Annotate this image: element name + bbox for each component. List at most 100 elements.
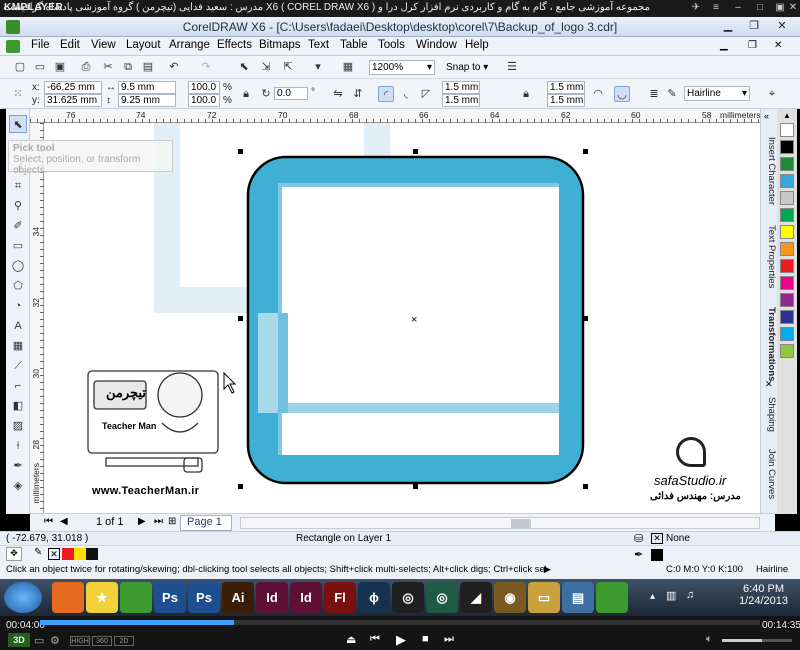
palette-scroll-up-icon[interactable]: ▲ bbox=[783, 111, 791, 120]
round-corner-icon[interactable]: ◜ bbox=[378, 86, 394, 102]
menu-arrange[interactable]: Arrange bbox=[169, 39, 210, 51]
open-icon[interactable]: ▭ bbox=[32, 59, 48, 75]
palette-swatch[interactable] bbox=[780, 242, 794, 256]
taskbar-notes-button[interactable]: ▤ bbox=[562, 582, 594, 613]
taskbar-dvd-button[interactable]: ◉ bbox=[494, 582, 526, 613]
palette-swatch[interactable] bbox=[780, 208, 794, 222]
y-position-field[interactable]: 31.625 mm bbox=[44, 94, 102, 107]
convert-to-curves-icon[interactable]: ⌖ bbox=[764, 86, 780, 102]
redo-icon[interactable]: ↷ bbox=[198, 59, 214, 75]
search-content-icon[interactable]: ⬉ bbox=[236, 59, 252, 75]
scalloped-corner-icon[interactable]: ◟ bbox=[398, 86, 414, 102]
height-field[interactable]: 9.25 mm bbox=[118, 94, 176, 107]
taskbar-indesign-button[interactable]: Id bbox=[256, 582, 288, 613]
docker-tab-text-properties[interactable]: Text Properties bbox=[762, 225, 777, 288]
connector-tool-icon[interactable]: ⌐ bbox=[9, 377, 27, 395]
doc-restore-button[interactable]: ❐ bbox=[748, 40, 757, 51]
palette-swatch[interactable] bbox=[780, 140, 794, 154]
first-page-icon[interactable]: ⏮ bbox=[44, 516, 53, 527]
scale-corners-icon[interactable]: ◡ bbox=[614, 86, 630, 102]
eyedropper-icon[interactable]: ✎ bbox=[34, 547, 42, 558]
application-launcher-icon[interactable]: ▾ bbox=[310, 59, 326, 75]
palette-swatch[interactable] bbox=[780, 157, 794, 171]
corner-radius-top-right[interactable]: 1.5 mm bbox=[547, 81, 585, 94]
player-mode-360[interactable]: 360 bbox=[92, 636, 112, 646]
minimize-icon[interactable]: – bbox=[732, 2, 744, 14]
palette-swatch[interactable] bbox=[780, 191, 794, 205]
taskbar-photoshop-button[interactable]: Ps bbox=[154, 582, 186, 613]
taskbar-illustrator-button[interactable]: Ai bbox=[222, 582, 254, 613]
blend-tool-icon[interactable]: ◧ bbox=[9, 397, 27, 415]
table-tool-icon[interactable]: ▦ bbox=[9, 337, 27, 355]
pick-tool-icon[interactable]: ⬉ bbox=[9, 115, 27, 133]
window-minimize-button[interactable]: ▁ bbox=[716, 19, 740, 34]
crop-tool-icon[interactable]: ⌗ bbox=[9, 177, 27, 195]
palette-swatch[interactable] bbox=[780, 293, 794, 307]
undo-icon[interactable]: ↶ bbox=[166, 59, 182, 75]
palette-swatch[interactable] bbox=[780, 174, 794, 188]
window-close-button[interactable]: ✕ bbox=[770, 19, 794, 34]
player-seek-bar[interactable] bbox=[40, 620, 760, 625]
page-tab[interactable]: Page 1 bbox=[180, 515, 232, 531]
snap-to-dropdown[interactable]: Snap to ▾ bbox=[446, 60, 498, 75]
cut-icon[interactable]: ✂ bbox=[100, 59, 116, 75]
taskbar-star-button[interactable]: ★ bbox=[86, 582, 118, 613]
menu-bitmaps[interactable]: Bitmaps bbox=[259, 39, 301, 51]
tray-volume-icon[interactable]: ♫ bbox=[686, 589, 694, 601]
copy-icon[interactable]: ⧉ bbox=[120, 59, 136, 75]
object-origin-icon[interactable]: ⁙ bbox=[10, 86, 26, 102]
docker-scroll-icon[interactable]: « bbox=[764, 111, 769, 121]
docker-tab-join-curves[interactable]: Join Curves bbox=[762, 449, 777, 499]
wrap-text-icon[interactable]: ≣ bbox=[646, 86, 662, 102]
player-fullscreen-icon[interactable]: ▭ bbox=[34, 634, 44, 647]
rotate-icon[interactable]: ↻ bbox=[258, 86, 274, 102]
taskbar-photoshop-2-button[interactable]: Ps bbox=[188, 582, 220, 613]
menu-edit[interactable]: Edit bbox=[60, 39, 80, 51]
palette-swatch[interactable] bbox=[780, 225, 794, 239]
player-previous-icon[interactable]: ⏮ bbox=[370, 633, 380, 646]
menu-layout[interactable]: Layout bbox=[126, 39, 161, 51]
taskbar-coreldraw-2-button[interactable] bbox=[596, 582, 628, 613]
menu-window[interactable]: Window bbox=[416, 39, 457, 51]
restore-icon[interactable]: □ bbox=[754, 2, 766, 14]
docker-tab-shaping[interactable]: Shaping bbox=[762, 397, 777, 432]
player-mode-2d[interactable]: 2D bbox=[114, 636, 134, 646]
basic-shapes-tool-icon[interactable]: ◔ bbox=[9, 297, 27, 315]
taskbar-folder-button[interactable]: ▭ bbox=[528, 582, 560, 613]
no-fill-icon[interactable]: ✕ bbox=[651, 533, 663, 544]
welcome-screen-icon[interactable]: ▦ bbox=[340, 59, 356, 75]
options-icon[interactable]: ☰ bbox=[504, 59, 520, 75]
doc-minimize-button[interactable]: ▁ bbox=[720, 40, 728, 51]
fill-tool-icon[interactable]: ◈ bbox=[9, 477, 27, 495]
player-next-icon[interactable]: ⏭ bbox=[444, 633, 454, 646]
rectangle-tool-icon[interactable]: ▭ bbox=[9, 237, 27, 255]
player-volume-slider[interactable] bbox=[722, 639, 792, 642]
chamfered-corner-icon[interactable]: ◸ bbox=[418, 86, 434, 102]
import-icon[interactable]: ⇲ bbox=[258, 59, 274, 75]
doc-palette-black-swatch[interactable] bbox=[86, 548, 98, 560]
player-stop-icon[interactable]: ■ bbox=[422, 633, 429, 645]
menu-view[interactable]: View bbox=[91, 39, 116, 51]
zoom-level-select[interactable]: 1200% ▾ bbox=[369, 60, 435, 75]
palette-swatch[interactable] bbox=[780, 327, 794, 341]
eyedropper-tool-icon[interactable]: ⍿ bbox=[9, 437, 27, 455]
palette-swatch[interactable] bbox=[780, 310, 794, 324]
taskbar-firefox-button[interactable] bbox=[52, 582, 84, 613]
menu-icon[interactable]: ≡ bbox=[710, 2, 722, 14]
previous-page-icon[interactable]: ◀ bbox=[60, 516, 68, 527]
palette-swatch[interactable] bbox=[780, 276, 794, 290]
menu-help[interactable]: Help bbox=[465, 39, 489, 51]
taskbar-coreldraw-button[interactable] bbox=[120, 582, 152, 613]
freehand-tool-icon[interactable]: ✐ bbox=[9, 217, 27, 235]
mirror-horizontal-icon[interactable]: ⇋ bbox=[330, 86, 346, 102]
text-tool-icon[interactable]: A bbox=[9, 317, 27, 335]
window-restore-button[interactable]: ❐ bbox=[742, 19, 766, 34]
next-page-icon[interactable]: ▶ bbox=[138, 516, 146, 527]
taskbar-indesign-2-button[interactable]: Id bbox=[290, 582, 322, 613]
angle-field[interactable]: 0.0 bbox=[274, 87, 308, 100]
taskbar-app-3-button[interactable]: ◢ bbox=[460, 582, 492, 613]
doc-close-button[interactable]: ✕ bbox=[774, 40, 782, 51]
outline-pen-icon[interactable]: ✎ bbox=[664, 86, 680, 102]
player-settings-icon[interactable]: ⚙ bbox=[50, 634, 60, 647]
close-icon[interactable]: ✕ bbox=[787, 2, 799, 14]
